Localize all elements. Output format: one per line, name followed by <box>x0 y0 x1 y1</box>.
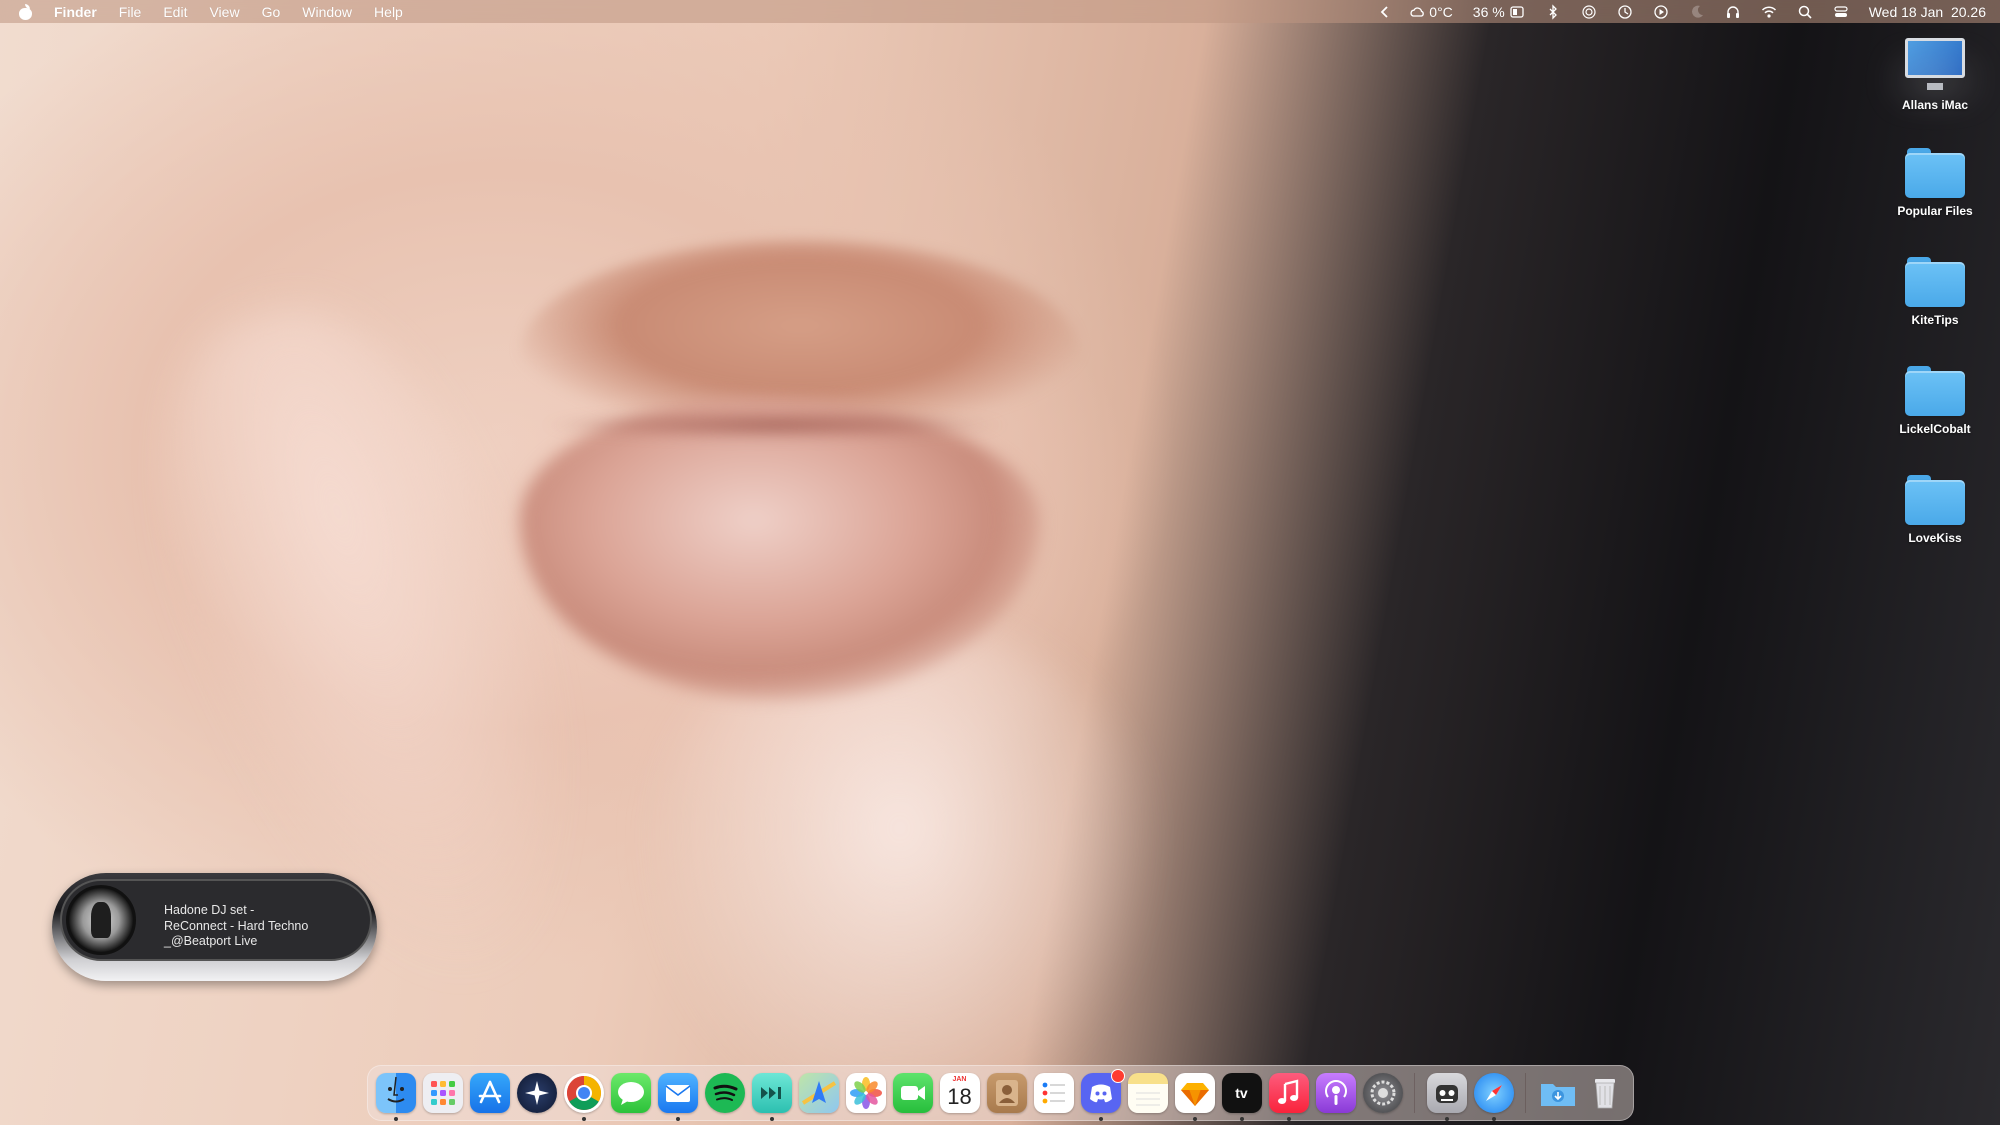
discord-icon[interactable] <box>1080 1069 1125 1121</box>
apple-tv-label: tv <box>1235 1085 1248 1101</box>
menu-go[interactable]: Go <box>262 4 281 20</box>
dock-separator <box>1414 1073 1415 1113</box>
battery-icon <box>1509 4 1525 20</box>
menu-view[interactable]: View <box>209 4 239 20</box>
chrome-icon[interactable] <box>563 1073 604 1121</box>
apple-tv-icon[interactable]: tv <box>1221 1073 1262 1121</box>
weather-status[interactable]: 0°C <box>1409 4 1453 20</box>
running-indicator <box>1444 1117 1449 1121</box>
running-indicator <box>1192 1117 1197 1121</box>
sketch-icon[interactable] <box>1174 1073 1215 1121</box>
time-machine-icon[interactable] <box>1617 4 1633 20</box>
photos-icon[interactable] <box>845 1073 886 1113</box>
search-icon[interactable] <box>1797 4 1813 20</box>
facetime-icon[interactable] <box>892 1073 933 1113</box>
reminders-icon[interactable] <box>1033 1073 1074 1113</box>
track-line-3: _@Beatport Live <box>164 934 258 948</box>
spotify-icon[interactable] <box>704 1073 745 1113</box>
headphones-icon[interactable] <box>1725 4 1741 20</box>
desktop-item-label: LickelCobalt <box>1899 422 1971 436</box>
downloads-folder-icon[interactable] <box>1538 1073 1578 1113</box>
apple-menu-icon[interactable] <box>18 3 32 20</box>
wallpaper-lip-line <box>540 410 1010 440</box>
play-circle-icon[interactable] <box>1653 4 1669 20</box>
running-indicator <box>1239 1117 1244 1121</box>
folder-icon <box>1905 366 1965 416</box>
running-indicator <box>1491 1117 1496 1121</box>
dock-separator <box>1525 1073 1526 1113</box>
app-store-icon[interactable] <box>469 1073 510 1113</box>
menu-edit[interactable]: Edit <box>163 4 187 20</box>
notes-icon[interactable] <box>1127 1073 1168 1113</box>
desktop-item-lickelcobalt[interactable]: LickelCobalt <box>1880 366 1990 436</box>
wifi-icon[interactable] <box>1761 4 1777 20</box>
track-line-1: Hadone DJ set - <box>164 903 255 917</box>
desktop-item-allans-imac[interactable]: Allans iMac <box>1880 38 1990 112</box>
desktop-item-label: Allans iMac <box>1901 98 1969 112</box>
finder-icon[interactable] <box>375 1073 416 1121</box>
desktop-item-kitetips[interactable]: KiteTips <box>1880 257 1990 327</box>
system-settings-icon[interactable] <box>1362 1073 1403 1113</box>
media-player-icon[interactable] <box>751 1073 792 1121</box>
safari-icon[interactable] <box>1473 1073 1514 1121</box>
airdrop-icon[interactable] <box>1581 4 1597 20</box>
folder-icon <box>1905 148 1965 198</box>
maps-icon[interactable] <box>798 1073 839 1113</box>
menu-window[interactable]: Window <box>302 4 352 20</box>
music-icon[interactable] <box>1268 1073 1309 1121</box>
weather-temperature: 0°C <box>1429 3 1453 20</box>
control-center-icon[interactable] <box>1833 4 1849 20</box>
running-indicator <box>675 1117 680 1121</box>
moon-icon[interactable] <box>1689 4 1705 20</box>
contacts-icon[interactable] <box>986 1073 1027 1113</box>
safari-compass-icon[interactable] <box>516 1073 557 1113</box>
mail-icon[interactable] <box>657 1073 698 1121</box>
menu-app-name[interactable]: Finder <box>54 4 97 20</box>
battery-percent: 36 % <box>1472 3 1505 20</box>
now-playing-widget[interactable]: Hadone DJ set - ReConnect - Hard Techno … <box>52 873 377 981</box>
desktop-item-lovekiss[interactable]: LoveKiss <box>1880 475 1990 545</box>
chevron-left-icon[interactable] <box>1377 4 1393 20</box>
battery-status[interactable]: 36 % <box>1473 4 1525 20</box>
cloud-sun-icon <box>1409 4 1425 20</box>
trash-icon[interactable] <box>1585 1073 1625 1113</box>
menu-help[interactable]: Help <box>374 4 403 20</box>
dock: JAN 18 tv <box>367 1065 1634 1121</box>
menu-file[interactable]: File <box>119 4 142 20</box>
running-indicator <box>1286 1117 1291 1121</box>
desktop-item-label: LoveKiss <box>1908 531 1962 545</box>
robot-app-icon[interactable] <box>1426 1073 1467 1121</box>
folder-icon <box>1905 475 1965 525</box>
now-playing-track: Hadone DJ set - ReConnect - Hard Techno … <box>164 903 334 950</box>
imac-icon <box>1903 38 1967 92</box>
running-indicator <box>393 1117 398 1121</box>
launchpad-icon[interactable] <box>422 1073 463 1113</box>
running-indicator <box>769 1117 774 1121</box>
podcasts-icon[interactable] <box>1315 1073 1356 1113</box>
album-art-disc[interactable] <box>66 885 136 955</box>
wallpaper-chin <box>640 620 1160 1125</box>
desktop-item-label: KiteTips <box>1911 313 1959 327</box>
track-line-2: ReConnect - Hard Techno <box>164 918 309 933</box>
running-indicator <box>581 1117 586 1121</box>
menu-bar: Finder File Edit View Go Window Help 0°C… <box>0 0 2000 23</box>
desktop-item-label: Popular Files <box>1897 204 1973 218</box>
notification-badge <box>1110 1069 1125 1083</box>
calendar-icon[interactable]: JAN 18 <box>939 1073 980 1113</box>
running-indicator <box>1098 1117 1103 1121</box>
bluetooth-icon[interactable] <box>1545 3 1561 20</box>
desktop-item-popular-files[interactable]: Popular Files <box>1880 148 1990 218</box>
folder-icon <box>1905 257 1965 307</box>
calendar-day: 18 <box>947 1084 972 1109</box>
messages-icon[interactable] <box>610 1073 651 1113</box>
calendar-month: JAN <box>952 1076 967 1083</box>
menu-clock[interactable]: Wed 18 Jan 20.26 <box>1869 4 1986 20</box>
